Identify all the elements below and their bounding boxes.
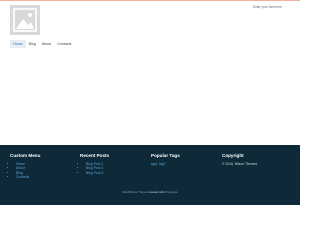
pinegrow-link[interactable]: Pinegrow [165,190,178,194]
recent-post-link[interactable]: Blog Post 3 [86,171,140,175]
copyright-text: © 2016, Bilson Themes [222,162,258,166]
nav-item-home[interactable]: Home [10,40,26,48]
footer-custom-menu: Custom Menu Home About Blog Contacts [10,153,70,180]
recent-posts-list: Blog Post 1 Blog Post 2 Blog Post 3 [80,162,140,175]
top-accent-bar [0,0,300,1]
footer-menu-list: Home About Blog Contacts [10,162,70,180]
footer-menu-link[interactable]: Contacts [16,175,70,179]
site-footer: Custom Menu Home About Blog Contacts Rec… [0,145,300,205]
footer-heading: Copyright [222,153,244,158]
footer-credits: WordPress Theme created with Pinegrow [0,190,300,194]
wordpress-theme-link[interactable]: WordPress Theme [122,190,147,194]
footer-recent-posts: Recent Posts Blog Post 1 Blog Post 2 Blo… [80,153,140,175]
image-placeholder-icon [13,8,37,32]
tag-links[interactable]: tag1, tag2 [151,162,211,166]
nav-item-about[interactable]: About [39,40,54,48]
footer-copyright: Copyright © 2016, Bilson Themes [222,153,282,166]
nav-item-blog[interactable]: Blog [26,40,39,48]
footer-heading: Recent Posts [80,153,110,158]
footer-heading: Custom Menu [10,153,41,158]
footer-heading: Popular Tags [151,153,180,158]
credits-text: created with [148,190,165,194]
footer-popular-tags: Popular Tags tag1, tag2 [151,153,211,166]
main-navigation: Home Blog About Contacts [10,40,74,48]
nav-item-contacts[interactable]: Contacts [54,40,74,48]
header-tagline: Enter your html here [253,5,282,9]
site-logo-placeholder[interactable] [10,5,40,35]
